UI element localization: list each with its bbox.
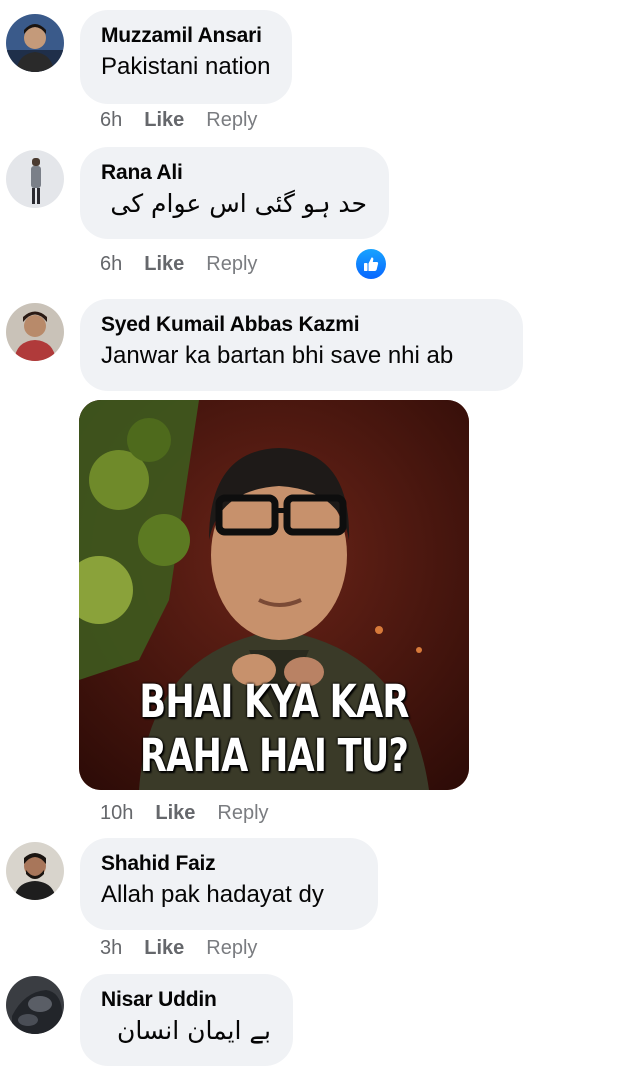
reply-button[interactable]: Reply bbox=[206, 108, 257, 132]
avatar-image bbox=[6, 14, 64, 72]
meme-image[interactable]: BHAI KYA KAR RAHA HAI TU? bbox=[79, 400, 469, 790]
comment-bubble: Rana Ali حد ہو گئی اس عوام کی bbox=[80, 147, 389, 239]
comment-actions: 3h Like Reply bbox=[100, 936, 279, 960]
author-name[interactable]: Rana Ali bbox=[101, 160, 367, 186]
comment-bubble: Nisar Uddin بے ایمان انسان bbox=[80, 974, 293, 1066]
comment-actions: 6h Like Reply bbox=[100, 252, 279, 276]
timestamp[interactable]: 3h bbox=[100, 936, 122, 960]
like-button[interactable]: Like bbox=[144, 252, 184, 276]
comment-actions: 10h Like Reply bbox=[100, 801, 291, 825]
reply-button[interactable]: Reply bbox=[206, 936, 257, 960]
comment-text: بے ایمان انسان bbox=[116, 1016, 271, 1045]
avatar-image bbox=[6, 976, 64, 1034]
comment-bubble: Syed Kumail Abbas Kazmi Janwar ka bartan… bbox=[80, 299, 523, 391]
avatar-image bbox=[6, 842, 64, 900]
like-button[interactable]: Like bbox=[144, 936, 184, 960]
like-button[interactable]: Like bbox=[155, 801, 195, 825]
avatar-image bbox=[6, 150, 64, 208]
like-button[interactable]: Like bbox=[144, 108, 184, 132]
avatar[interactable] bbox=[6, 14, 64, 72]
avatar[interactable] bbox=[6, 976, 64, 1034]
timestamp[interactable]: 10h bbox=[100, 801, 133, 825]
reaction-badge[interactable] bbox=[354, 247, 388, 281]
author-name[interactable]: Nisar Uddin bbox=[101, 987, 271, 1013]
comment-actions: 6h Like Reply bbox=[100, 108, 279, 132]
comment-text: Pakistani nation bbox=[101, 53, 271, 80]
author-name[interactable]: Syed Kumail Abbas Kazmi bbox=[101, 312, 501, 338]
author-name[interactable]: Shahid Faiz bbox=[101, 851, 356, 877]
meme-caption-line-1: BHAI KYA KAR bbox=[139, 675, 409, 728]
reply-button[interactable]: Reply bbox=[206, 252, 257, 276]
avatar[interactable] bbox=[6, 150, 64, 208]
timestamp[interactable]: 6h bbox=[100, 252, 122, 276]
comment-bubble: Muzzamil Ansari Pakistani nation bbox=[80, 10, 293, 104]
comment-text: Allah pak hadayat dy bbox=[101, 881, 324, 908]
comment-text: Janwar ka bartan bhi save nhi ab bbox=[101, 342, 454, 369]
avatar-image bbox=[6, 303, 64, 361]
comment-text: حد ہو گئی اس عوام کی bbox=[110, 189, 367, 218]
timestamp[interactable]: 6h bbox=[100, 108, 122, 132]
avatar[interactable] bbox=[6, 303, 64, 361]
author-name[interactable]: Muzzamil Ansari bbox=[101, 23, 270, 49]
comment-bubble: Shahid Faiz Allah pak hadayat dy bbox=[80, 838, 378, 930]
reply-button[interactable]: Reply bbox=[217, 801, 268, 825]
meme-caption-line-2: RAHA HAI TU? bbox=[139, 729, 409, 782]
like-reaction-icon bbox=[356, 249, 386, 279]
avatar[interactable] bbox=[6, 842, 64, 900]
